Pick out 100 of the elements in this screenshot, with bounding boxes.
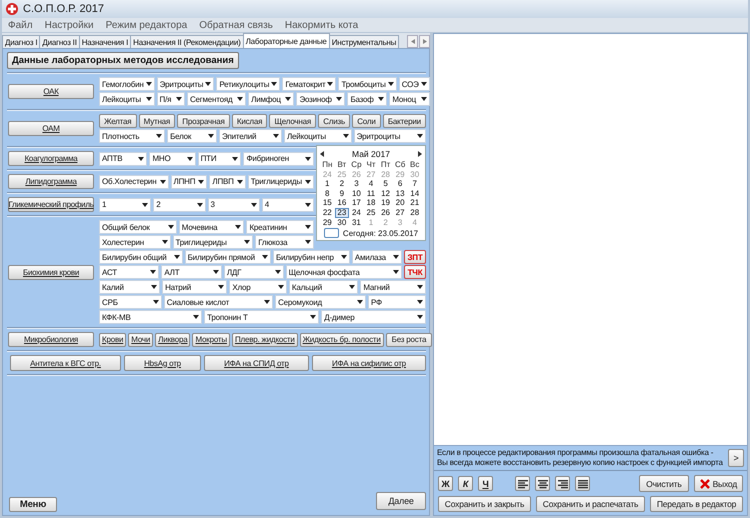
dropdown[interactable]: Натрий — [162, 280, 228, 294]
clear-button[interactable]: Очистить — [639, 475, 689, 492]
format-button[interactable]: К — [458, 476, 473, 491]
dropdown[interactable]: Об.Холестерин — [99, 174, 169, 188]
calendar-day[interactable]: 15 — [320, 198, 335, 208]
tab[interactable]: Назначения I — [78, 35, 132, 48]
dropdown[interactable]: ЛПНП — [170, 174, 208, 188]
result-button[interactable]: Антитела к ВГС отр. — [10, 355, 122, 371]
dropdown[interactable]: Билирубин прямой — [184, 250, 271, 264]
calendar-day[interactable]: 23 — [334, 208, 350, 218]
dropdown[interactable]: Моноц — [389, 92, 430, 106]
align-button[interactable] — [515, 476, 530, 491]
dropdown[interactable]: Хлор — [229, 280, 287, 294]
menu-item[interactable]: Файл — [8, 20, 33, 30]
previous-month-icon[interactable] — [320, 151, 325, 157]
result-button[interactable]: Без роста — [386, 332, 432, 346]
dropdown[interactable]: Амилаза — [352, 250, 402, 264]
dropdown[interactable]: Магний — [360, 280, 426, 294]
option-button[interactable]: Кислая — [232, 114, 268, 128]
calendar-day[interactable]: 14 — [407, 188, 422, 198]
next-month-icon[interactable] — [417, 151, 422, 157]
calendar-day[interactable]: 2 — [334, 179, 350, 189]
calendar-day[interactable]: 7 — [407, 179, 422, 189]
calendar-day[interactable]: 20 — [392, 198, 408, 208]
calendar-day[interactable]: 6 — [392, 179, 408, 189]
dropdown[interactable]: РФ — [368, 295, 426, 309]
calendar-day[interactable]: 28 — [407, 208, 422, 218]
option-button[interactable]: Щелочная — [269, 114, 316, 128]
dropdown[interactable]: Гемоглобин — [99, 77, 155, 91]
sample-button[interactable]: Мочи — [128, 332, 154, 346]
calendar-day[interactable]: 3 — [349, 179, 364, 189]
scroll-left-button[interactable] — [407, 35, 418, 48]
result-button[interactable]: ИФА на СПИД отр — [204, 355, 309, 371]
menu-item[interactable]: Обратная связь — [199, 20, 273, 30]
save-button[interactable]: Передать в редактор — [650, 496, 743, 512]
calendar-day[interactable]: 13 — [392, 188, 408, 198]
dropdown[interactable]: Эозиноф — [296, 92, 346, 106]
dropdown[interactable]: МНО — [149, 152, 196, 166]
calendar-day[interactable]: 18 — [364, 198, 378, 208]
calendar-day[interactable]: 30 — [334, 218, 350, 228]
shortcut-button[interactable]: ТЧК — [404, 265, 426, 279]
calendar-day[interactable]: 11 — [364, 188, 378, 198]
calendar-day[interactable]: 21 — [407, 198, 422, 208]
calendar-day[interactable]: 12 — [378, 188, 393, 198]
dropdown[interactable]: ПТИ — [198, 152, 242, 166]
dropdown[interactable]: Мочевина — [178, 220, 244, 234]
tab[interactable]: Лабораторные данные — [242, 33, 330, 48]
dropdown[interactable]: 4 — [262, 198, 314, 212]
calendar-day[interactable]: 16 — [334, 198, 350, 208]
calendar-day[interactable]: 8 — [320, 188, 335, 198]
dropdown[interactable]: АСТ — [99, 265, 160, 279]
sample-button[interactable]: Крови — [99, 332, 126, 346]
option-button[interactable]: Бактерии — [382, 114, 426, 128]
dropdown[interactable]: Калий — [99, 280, 160, 294]
dropdown[interactable]: Лимфоц — [248, 92, 294, 106]
dropdown[interactable]: Сиаловые кислот — [164, 295, 274, 309]
dropdown[interactable]: Билирубин общий — [99, 250, 183, 264]
dropdown[interactable]: АПТВ — [99, 152, 148, 166]
group-button[interactable]: Биохимия крови — [8, 264, 94, 280]
align-button[interactable] — [555, 476, 570, 491]
calendar-day[interactable]: 4 — [364, 179, 378, 189]
dropdown[interactable]: Лейкоциты — [99, 92, 155, 106]
calendar-day[interactable]: 26 — [378, 208, 393, 218]
shortcut-button[interactable]: ЗПТ — [404, 250, 426, 264]
dropdown[interactable]: Гематокрит — [282, 77, 336, 91]
group-button[interactable]: Гликемический профиль — [8, 197, 94, 212]
menu-item[interactable]: Режим редактора — [106, 20, 188, 30]
dropdown[interactable]: СРБ — [99, 295, 162, 309]
today-label[interactable]: Сегодня: 23.05.2017 — [342, 228, 418, 238]
dropdown[interactable]: Серомукоид — [275, 295, 366, 309]
align-button[interactable] — [535, 476, 550, 491]
option-button[interactable]: Мутная — [138, 114, 176, 128]
tab[interactable]: Диагноз I — [2, 35, 40, 48]
calendar-day[interactable]: 29 — [320, 218, 335, 228]
dropdown[interactable]: Плотность — [99, 129, 166, 143]
dropdown[interactable]: КФК-МВ — [99, 310, 202, 324]
scroll-right-button[interactable] — [419, 35, 430, 48]
menu-button[interactable]: Меню — [9, 497, 57, 512]
option-button[interactable]: Соли — [352, 114, 381, 128]
calendar-day[interactable]: 5 — [378, 179, 393, 189]
dropdown[interactable]: Д-димер — [321, 310, 426, 324]
calendar-day[interactable]: 27 — [392, 208, 408, 218]
next-hint-button[interactable]: > — [728, 449, 744, 467]
calendar-day[interactable]: 24 — [349, 208, 364, 218]
format-button[interactable]: Ч — [478, 476, 493, 491]
dropdown[interactable]: 3 — [208, 198, 260, 212]
tab[interactable]: Назначения II (Рекомендации) — [130, 35, 244, 48]
calendar-day[interactable]: 19 — [378, 198, 393, 208]
align-button[interactable] — [575, 476, 590, 491]
dropdown[interactable]: Глюкоза — [255, 235, 314, 249]
save-button[interactable]: Сохранить и распечатать — [536, 496, 646, 512]
dropdown[interactable]: СОЭ — [398, 77, 430, 91]
group-button[interactable]: ОАМ — [8, 121, 94, 136]
dropdown[interactable]: Креатинин — [246, 220, 314, 234]
dropdown[interactable]: Холестерин — [99, 235, 171, 249]
dropdown[interactable]: Белок — [167, 129, 217, 143]
result-button[interactable]: HbsAg отр — [124, 355, 202, 371]
dropdown[interactable]: П/я — [156, 92, 185, 106]
format-button[interactable]: Ж — [438, 476, 453, 491]
option-button[interactable]: Прозрачная — [177, 114, 230, 128]
